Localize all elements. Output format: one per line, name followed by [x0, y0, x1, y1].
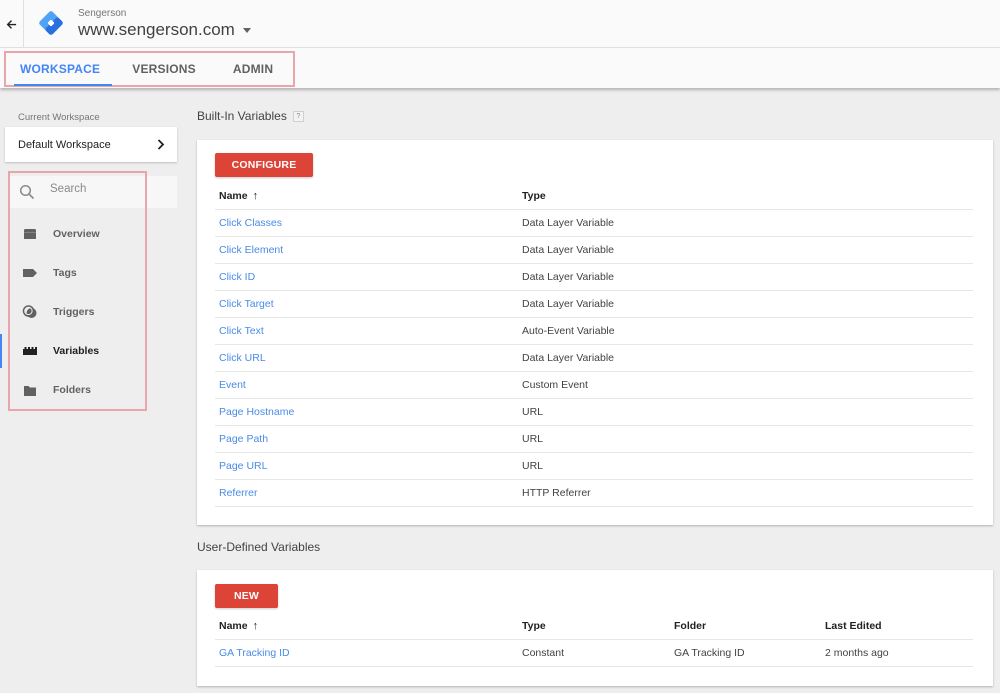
- sidebar-item-label: Triggers: [53, 306, 95, 318]
- variable-name-link[interactable]: Page Path: [219, 426, 268, 452]
- variable-type: Constant: [522, 647, 565, 659]
- variable-name-link[interactable]: Event: [219, 372, 246, 398]
- type-column-header: Type: [522, 190, 546, 202]
- name-column-header[interactable]: Name ↑: [219, 183, 258, 209]
- variable-name-link[interactable]: Click Element: [219, 237, 283, 263]
- variable-type: Data Layer Variable: [522, 217, 615, 229]
- container-name: www.sengerson.com: [78, 20, 235, 39]
- folder-column-header: Folder: [674, 620, 707, 632]
- variable-name-link[interactable]: Page Hostname: [219, 399, 294, 425]
- table-row[interactable]: Click ID Data Layer Variable: [215, 264, 973, 291]
- user-defined-variables-card: NEW Name ↑ Type Folder Last Edited GA Tr…: [197, 570, 993, 686]
- workspace-selector[interactable]: Default Workspace: [5, 127, 177, 162]
- table-row[interactable]: Page Hostname URL: [215, 399, 973, 426]
- table-row[interactable]: Page URL URL: [215, 453, 973, 480]
- variable-type: Data Layer Variable: [522, 298, 615, 310]
- variable-name-link[interactable]: Page URL: [219, 453, 267, 479]
- back-button[interactable]: [0, 0, 24, 48]
- container-selector[interactable]: www.sengerson.com: [78, 20, 251, 40]
- configure-button[interactable]: CONFIGURE: [215, 153, 313, 177]
- variable-name-link[interactable]: GA Tracking ID: [219, 640, 290, 666]
- variable-name-link[interactable]: Click Classes: [219, 210, 282, 236]
- variable-type: Data Layer Variable: [522, 271, 615, 283]
- tag-icon: [20, 265, 40, 281]
- sidebar-item-label: Variables: [53, 345, 100, 357]
- sidebar-item-variables[interactable]: Variables: [14, 336, 144, 366]
- variable-folder: GA Tracking ID: [674, 647, 745, 659]
- help-icon[interactable]: ?: [292, 110, 304, 122]
- type-column-header: Type: [522, 620, 546, 632]
- table-row[interactable]: Click Element Data Layer Variable: [215, 237, 973, 264]
- variable-type: Data Layer Variable: [522, 244, 615, 256]
- name-column-header[interactable]: Name ↑: [219, 613, 258, 639]
- variable-type: HTTP Referrer: [522, 487, 591, 499]
- caret-down-icon: [242, 27, 251, 33]
- sidebar-item-label: Folders: [53, 384, 91, 396]
- table-row[interactable]: Event Custom Event: [215, 372, 973, 399]
- table-row[interactable]: GA Tracking ID Constant GA Tracking ID 2 mo…: [215, 640, 973, 667]
- variable-type: Data Layer Variable: [522, 352, 615, 364]
- built-in-variables-heading: Built-In Variables ?: [197, 109, 304, 123]
- overview-icon: [20, 226, 40, 242]
- sidebar-item-label: Tags: [53, 267, 77, 279]
- variable-type: URL: [522, 433, 544, 445]
- built-in-variables-card: CONFIGURE Name ↑ Type Click Classes Data …: [197, 140, 993, 525]
- trigger-icon: [20, 304, 40, 320]
- user-defined-variables-table: Name ↑ Type Folder Last Edited GA Tracki…: [215, 613, 973, 667]
- user-defined-variables-title: User-Defined Variables: [197, 540, 321, 554]
- variable-type: URL: [522, 460, 544, 472]
- variable-type: URL: [522, 406, 544, 418]
- variable-name-link[interactable]: Click URL: [219, 345, 266, 371]
- variable-name-link[interactable]: Referrer: [219, 480, 258, 506]
- table-row[interactable]: Click Classes Data Layer Variable: [215, 210, 973, 237]
- table-header: Name ↑ Type Folder Last Edited: [215, 613, 973, 640]
- table-body: Click Classes Data Layer Variable Click El…: [215, 210, 973, 507]
- sidebar-item-tags[interactable]: Tags: [14, 258, 144, 288]
- table-row[interactable]: Page Path URL: [215, 426, 973, 453]
- tab-workspace[interactable]: WORKSPACE: [13, 53, 113, 86]
- sort-arrow-up-icon: ↑: [252, 620, 259, 632]
- table-body: GA Tracking ID Constant GA Tracking ID 2 mo…: [215, 640, 973, 667]
- variable-type: Custom Event: [522, 379, 588, 391]
- app-header: Sengerson www.sengerson.com WORKSPACE VE…: [0, 0, 1000, 88]
- built-in-variables-title: Built-In Variables: [197, 109, 287, 123]
- sidebar-item-triggers[interactable]: Triggers: [14, 297, 144, 327]
- account-name: Sengerson: [78, 8, 127, 19]
- folder-icon: [20, 382, 40, 398]
- tab-versions[interactable]: VERSIONS: [132, 53, 196, 85]
- main-tabs: WORKSPACE VERSIONS ADMIN: [4, 51, 295, 87]
- last-edited-column-header: Last Edited: [825, 620, 882, 632]
- table-row[interactable]: Click Text Auto-Event Variable: [215, 318, 973, 345]
- variables-icon: [20, 343, 40, 359]
- workspace-name: Default Workspace: [18, 138, 111, 151]
- table-row[interactable]: Click Target Data Layer Variable: [215, 291, 973, 318]
- chevron-right-icon: [157, 139, 165, 150]
- top-bar: Sengerson www.sengerson.com: [0, 0, 1000, 48]
- current-workspace-label: Current Workspace: [18, 112, 100, 123]
- table-row[interactable]: Referrer HTTP Referrer: [215, 480, 973, 507]
- table-row[interactable]: Click URL Data Layer Variable: [215, 345, 973, 372]
- variable-type: Auto-Event Variable: [522, 325, 615, 337]
- variable-name-link[interactable]: Click Text: [219, 318, 264, 344]
- sidebar-item-folders[interactable]: Folders: [14, 375, 144, 405]
- new-variable-button[interactable]: NEW: [215, 584, 278, 608]
- sidebar-item-overview[interactable]: Overview: [14, 219, 144, 249]
- active-nav-indicator: [0, 334, 2, 368]
- variable-name-link[interactable]: Click ID: [219, 264, 255, 290]
- user-defined-variables-heading: User-Defined Variables: [197, 540, 320, 554]
- variable-last-edited: 2 months ago: [825, 647, 889, 659]
- sidebar-item-label: Overview: [53, 228, 100, 240]
- variable-name-link[interactable]: Click Target: [219, 291, 274, 317]
- tab-admin[interactable]: ADMIN: [233, 53, 273, 85]
- arrow-back-icon: [6, 19, 17, 29]
- sort-arrow-up-icon: ↑: [252, 190, 259, 202]
- table-header: Name ↑ Type: [215, 183, 973, 210]
- built-in-variables-table: Name ↑ Type Click Classes Data Layer Vari…: [215, 183, 973, 507]
- gtm-logo-icon: [39, 11, 63, 35]
